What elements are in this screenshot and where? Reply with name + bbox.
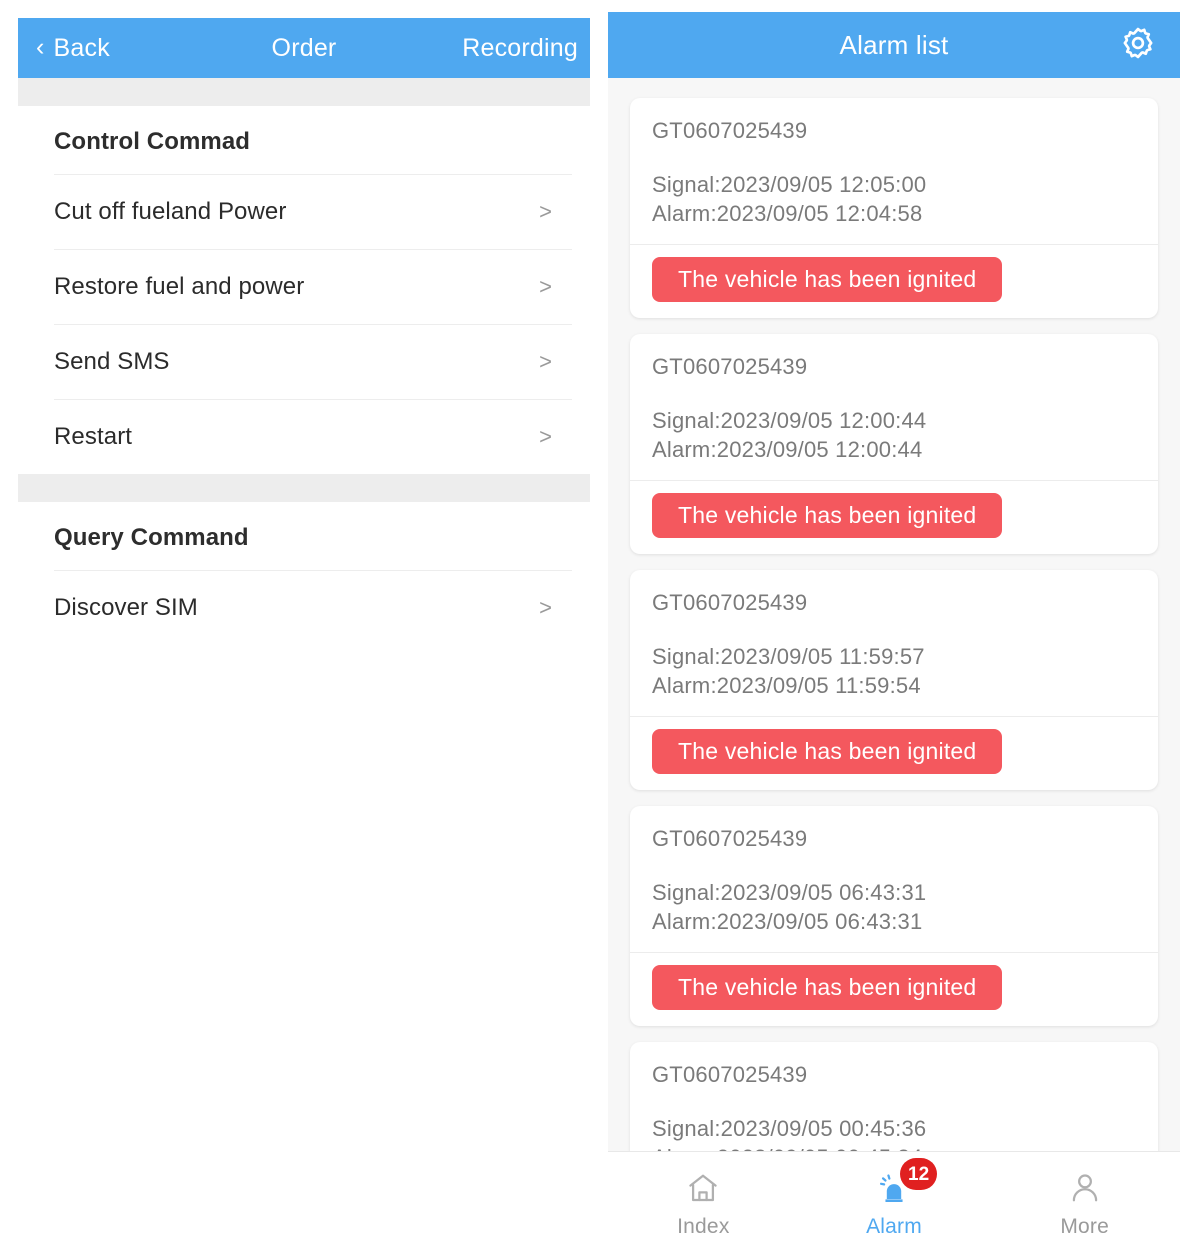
alarm-card[interactable]: GT0607025439 Signal:2023/09/05 12:00:44 …	[630, 334, 1158, 555]
alarm-card[interactable]: GT0607025439 Signal:2023/09/05 12:05:00 …	[630, 98, 1158, 319]
section-gap-top	[18, 78, 590, 106]
alarm-card[interactable]: GT0607025439 Signal:2023/09/05 11:59:57 …	[630, 570, 1158, 791]
person-icon	[1063, 1166, 1107, 1210]
alarm-time: Alarm:2023/09/05 12:04:58	[652, 201, 923, 227]
tab-label: Alarm	[866, 1215, 922, 1238]
chevron-right-icon: >	[539, 424, 552, 449]
section-gap-middle	[18, 474, 590, 502]
alarm-count-badge: 12	[900, 1158, 938, 1190]
tab-label: More	[1060, 1215, 1109, 1238]
gear-icon	[1119, 24, 1157, 67]
section-title-control: Control Commad	[54, 128, 251, 155]
device-id: GT0607025439	[652, 354, 808, 380]
device-id: GT0607025439	[652, 826, 808, 852]
alarm-card-body: GT0607025439 Signal:2023/09/05 12:00:44 …	[630, 334, 1158, 480]
alarm-card-body: GT0607025439 Signal:2023/09/05 06:43:31 …	[630, 806, 1158, 952]
device-id: GT0607025439	[652, 118, 808, 143]
alarm-card-footer: The vehicle has been ignited	[630, 717, 1158, 790]
alarm-time: Alarm:2023/09/05 11:59:54	[652, 673, 921, 699]
chevron-right-icon: >	[539, 349, 552, 374]
right-navbar: Alarm list	[608, 12, 1180, 78]
alarm-card-footer: The vehicle has been ignited	[630, 953, 1158, 1026]
chevron-right-icon: >	[539, 595, 552, 620]
chevron-right-icon: >	[539, 274, 552, 299]
alarm-card-body: GT0607025439 Signal:2023/09/05 11:59:57 …	[630, 570, 1158, 716]
tab-alarm[interactable]: 12 Alarm	[799, 1152, 990, 1239]
signal-time: Signal:2023/09/05 12:05:00	[652, 172, 927, 197]
signal-time: Signal:2023/09/05 12:00:44	[652, 408, 927, 434]
tab-label: Index	[677, 1215, 730, 1238]
alarm-card[interactable]: GT0607025439 Signal:2023/09/05 06:43:31 …	[630, 806, 1158, 1027]
list-item-restore-fuel[interactable]: Restore fuel and power >	[18, 250, 590, 324]
list-item-label: Restart	[54, 423, 133, 450]
section-title-query: Query Command	[54, 524, 249, 551]
status-badge[interactable]: The vehicle has been ignited	[652, 729, 1003, 775]
alarm-card[interactable]: GT0607025439 Signal:2023/09/05 00:45:36 …	[630, 1042, 1158, 1152]
control-command-section: Control Commad Cut off fueland Power > R…	[18, 106, 590, 474]
tab-more[interactable]: More	[989, 1152, 1180, 1239]
signal-time: Signal:2023/09/05 06:43:31	[652, 880, 927, 906]
query-command-section: Query Command Discover SIM >	[18, 502, 590, 645]
alarm-card-body: GT0607025439 Signal:2023/09/05 12:05:00 …	[630, 98, 1158, 244]
alarm-time: Alarm:2023/09/05 06:43:31	[652, 909, 923, 935]
status-badge[interactable]: The vehicle has been ignited	[652, 965, 1003, 1011]
list-item-restart[interactable]: Restart >	[18, 400, 590, 474]
alarm-card-footer: The vehicle has been ignited	[630, 481, 1158, 554]
device-id: GT0607025439	[652, 590, 808, 616]
list-item-label: Restore fuel and power	[54, 273, 305, 300]
order-screen: ‹ Back Order Recording Control Commad Cu…	[18, 18, 590, 1260]
signal-time: Signal:2023/09/05 00:45:36	[652, 1116, 927, 1142]
alarm-card-body: GT0607025439 Signal:2023/09/05 00:45:36 …	[630, 1042, 1158, 1152]
device-id: GT0607025439	[652, 1062, 808, 1088]
alarm-list-title: Alarm list	[839, 29, 949, 60]
dual-screen-container: ‹ Back Order Recording Control Commad Cu…	[0, 0, 1200, 1260]
bottom-tab-bar: Index 12 Alarm More	[608, 1151, 1180, 1260]
chevron-right-icon: >	[539, 199, 552, 224]
alarm-time: Alarm:2023/09/05 12:00:44	[652, 437, 923, 463]
home-icon	[681, 1166, 725, 1210]
recording-button[interactable]: Recording	[462, 34, 578, 63]
list-item-label: Send SMS	[54, 348, 170, 375]
status-badge[interactable]: The vehicle has been ignited	[652, 493, 1003, 539]
list-item-label: Cut off fueland Power	[54, 198, 287, 225]
list-item-label: Discover SIM	[54, 594, 198, 621]
settings-button[interactable]	[1118, 25, 1158, 65]
list-item-cut-off-fuel[interactable]: Cut off fueland Power >	[18, 175, 590, 249]
alarm-card-footer: The vehicle has been ignited	[630, 245, 1158, 318]
list-item-discover-sim[interactable]: Discover SIM >	[18, 571, 590, 645]
list-item-send-sms[interactable]: Send SMS >	[18, 325, 590, 399]
alarm-list-screen: Alarm list GT0607025439 Signal:2023/09/0…	[608, 12, 1180, 1260]
left-navbar: ‹ Back Order Recording	[18, 18, 590, 78]
alarm-list-scroll[interactable]: GT0607025439 Signal:2023/09/05 12:05:00 …	[608, 78, 1180, 1152]
signal-time: Signal:2023/09/05 11:59:57	[652, 644, 925, 670]
status-badge[interactable]: The vehicle has been ignited	[652, 257, 1003, 303]
tab-index[interactable]: Index	[608, 1152, 799, 1239]
